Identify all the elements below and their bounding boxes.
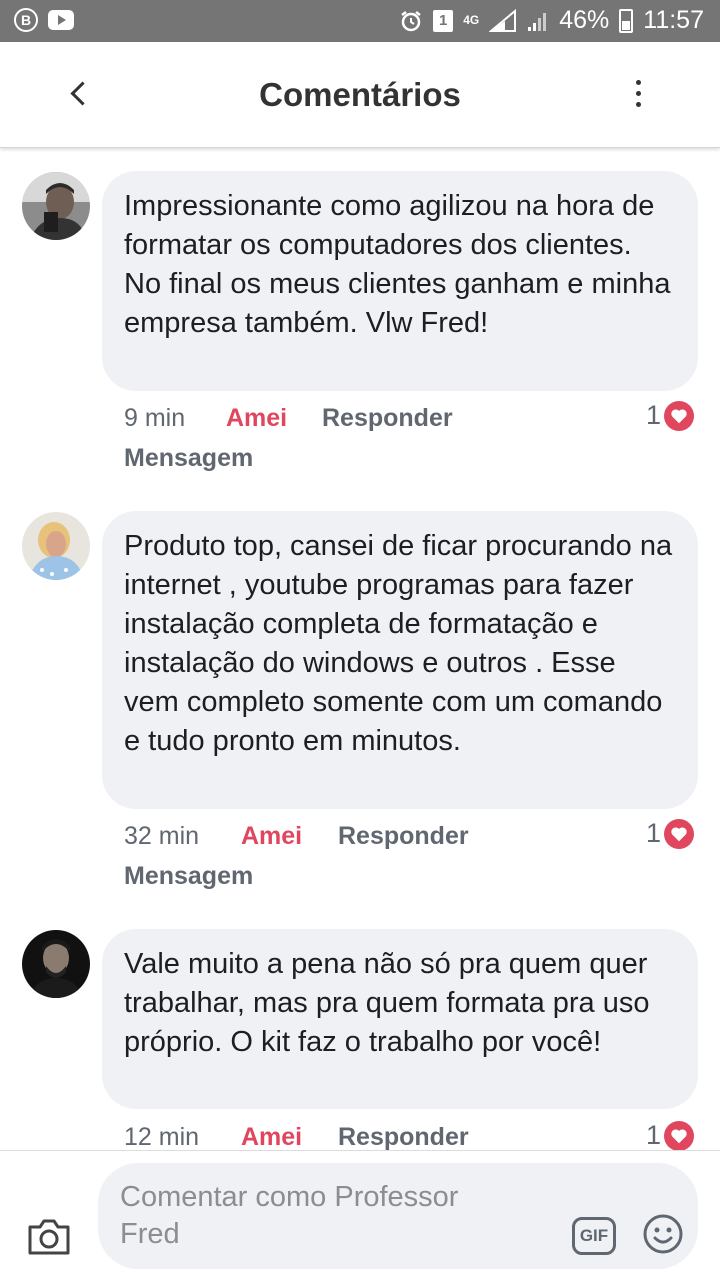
clock: 11:57: [643, 6, 704, 34]
comment-text: Vale muito a pena não só pra quem quer t…: [124, 948, 650, 1058]
like-count: 1: [646, 1120, 662, 1150]
page-title: Comentários: [259, 76, 461, 113]
comment-actions: 32 min Amei Responder Mensagem: [124, 822, 644, 902]
reply-button[interactable]: Responder: [338, 1123, 469, 1151]
reaction-button[interactable]: Amei: [241, 1123, 302, 1151]
comment-bubble: Impressionante como agilizou na hora de …: [102, 171, 698, 391]
comment-composer: Comentar como Professor Fred GIF: [0, 1150, 720, 1280]
comment-bubble: Produto top, cansei de ficar procurando …: [102, 511, 698, 809]
comment-text: Impressionante como agilizou na hora de …: [124, 190, 671, 339]
youtube-notification-icon: [48, 10, 74, 30]
avatar[interactable]: [22, 930, 90, 998]
network-type-label: 4G: [463, 13, 480, 27]
heart-icon: [664, 400, 695, 431]
gif-button[interactable]: GIF: [572, 1217, 616, 1255]
reaction-button[interactable]: Amei: [226, 404, 287, 433]
status-bar: B 1 4G 46% 11:57: [0, 0, 720, 42]
comment-time: 32 min: [124, 822, 200, 850]
signal-icon: [489, 8, 517, 32]
reaction-count[interactable]: 1: [646, 400, 695, 431]
reaction-count[interactable]: 1: [646, 818, 695, 849]
message-button[interactable]: Mensagem: [124, 862, 253, 891]
comment-input-placeholder: Comentar como Professor Fred: [120, 1181, 459, 1250]
alarm-icon: [401, 10, 421, 31]
comment-time: 9 min: [124, 404, 186, 432]
comment-actions: 12 min Amei Responder: [124, 1123, 644, 1151]
heart-icon: [664, 1120, 695, 1151]
notification-b-icon: B: [14, 8, 38, 32]
comment-time: 12 min: [124, 1123, 200, 1151]
battery-percent: 46%: [559, 6, 610, 34]
reply-button[interactable]: Responder: [338, 822, 469, 851]
battery-icon: [619, 8, 634, 33]
app-header: Comentários: [0, 42, 720, 148]
reaction-count[interactable]: 1: [646, 1120, 695, 1151]
comment-bubble: Vale muito a pena não só pra quem quer t…: [102, 929, 698, 1109]
avatar[interactable]: [22, 512, 90, 580]
comment-input[interactable]: Comentar como Professor Fred GIF: [98, 1163, 698, 1269]
comment-actions: 9 min Amei Responder Mensagem: [124, 404, 644, 484]
reaction-button[interactable]: Amei: [241, 822, 302, 851]
like-count: 1: [646, 400, 662, 430]
reply-button[interactable]: Responder: [322, 404, 453, 433]
message-button[interactable]: Mensagem: [124, 444, 253, 473]
camera-icon[interactable]: [26, 1217, 72, 1257]
more-options-icon[interactable]: [624, 76, 654, 112]
signal-2-icon: [528, 12, 547, 31]
comment-text: Produto top, cansei de ficar procurando …: [124, 530, 673, 757]
sim-icon: 1: [433, 9, 454, 32]
emoji-icon[interactable]: [642, 1213, 684, 1255]
heart-icon: [664, 818, 695, 849]
like-count: 1: [646, 818, 662, 848]
avatar[interactable]: [22, 172, 90, 240]
